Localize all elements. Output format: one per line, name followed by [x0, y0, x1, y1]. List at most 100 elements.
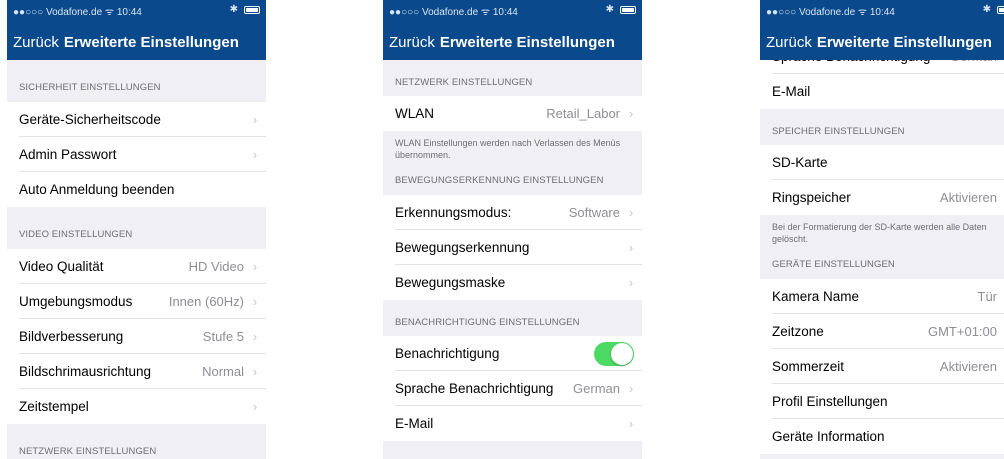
bluetooth-icon: ✱ [605, 4, 614, 15]
page-title: Erweiterte Einstellungen [439, 34, 615, 51]
phone-screen-storage-device: ●●○○○ Vodafone.de ᯤ 10:44 ✱ Zurück Erweit… [760, 0, 1004, 459]
row-value: HD Video [188, 259, 244, 274]
battery-icon [620, 6, 636, 14]
row-image-enhancement[interactable]: Bildverbesserung Stufe 5 › [7, 319, 266, 354]
row-wlan[interactable]: WLAN Retail_Labor › [383, 96, 642, 131]
row-admin-password[interactable]: Admin Passwort › [7, 137, 266, 172]
back-button[interactable]: Zurück [766, 34, 812, 51]
row-timezone[interactable]: Zeitzone GMT+01:00 › [760, 314, 1004, 349]
row-email[interactable]: E-Mail › [383, 406, 642, 441]
row-video-quality[interactable]: Video Qualität HD Video › [7, 249, 266, 284]
row-label: E-Mail [772, 84, 811, 99]
row-label: Admin Passwort [19, 147, 117, 162]
bluetooth-icon: ✱ [982, 4, 991, 15]
chevron-right-icon: › [252, 259, 258, 274]
row-device-info[interactable]: Geräte Information › [760, 419, 1004, 454]
section-header-security: SICHERHEIT EINSTELLUNGEN [19, 82, 161, 93]
row-value: Aktivieren [939, 359, 997, 374]
section-header-storage: SPEICHER EINSTELLUNGEN [772, 126, 905, 137]
row-notification-language[interactable]: Sprache Benachrichtigung German › [383, 371, 642, 406]
row-email[interactable]: E-Mail › [760, 74, 1004, 109]
chevron-right-icon: › [252, 399, 258, 414]
status-bar: ●●○○○ Vodafone.de ᯤ 10:44 ✱ [389, 4, 636, 18]
wlan-footnote: WLAN Einstellungen werden nach Verlassen… [395, 138, 621, 160]
row-label: SD-Karte [772, 155, 828, 170]
section-header-device: GERÄTE EINSTELLUNGEN [772, 259, 895, 270]
battery-icon [997, 6, 1004, 14]
screenshot-stage: ●●○○○ Vodafone.de ᯤ 10:44 ✱ Zurück Erweit… [0, 0, 1004, 459]
row-motion-detection[interactable]: Bewegungserkennung › [383, 230, 642, 265]
page-title: Erweiterte Einstellungen [816, 34, 992, 51]
row-label: Zeitzone [772, 324, 824, 339]
row-label: Geräte Information [772, 429, 885, 444]
row-daylight-saving[interactable]: Sommerzeit Aktivieren › [760, 349, 1004, 384]
row-value: Innen (60Hz) [168, 294, 244, 309]
chevron-right-icon: › [252, 112, 258, 127]
row-label: Kamera Name [772, 289, 860, 304]
row-label: Bildschrimausrichtung [19, 364, 152, 379]
row-value: German [573, 381, 620, 396]
row-value: GMT+01:00 [927, 324, 997, 339]
notification-toggle[interactable] [594, 341, 634, 366]
settings-list: Sprache Benachrichtigung German › E-Mail… [760, 39, 1004, 454]
row-value: Tür [977, 289, 998, 304]
row-label: Bewegungserkennung [395, 240, 530, 255]
row-motion-mask[interactable]: Bewegungsmaske › [383, 265, 642, 300]
battery-icon [244, 6, 260, 14]
chevron-right-icon: › [628, 205, 634, 220]
page-title: Erweiterte Einstellungen [63, 34, 239, 51]
nav-bar: ●●○○○ Vodafone.de ᯤ 10:44 ✱ Zurück Erweit… [7, 0, 266, 60]
row-notification[interactable]: Benachrichtigung [383, 336, 642, 371]
row-label: WLAN [395, 106, 435, 121]
section-header-notification: BENACHRICHTIGUNG EINSTELLUNGEN [395, 317, 580, 328]
row-value: Normal [202, 364, 244, 379]
status-carrier-time: ●●○○○ Vodafone.de ᯤ 10:44 [766, 7, 895, 18]
row-environment-mode[interactable]: Umgebungsmodus Innen (60Hz) › [7, 284, 266, 319]
settings-list: SICHERHEIT EINSTELLUNGEN Geräte-Sicherhe… [7, 60, 266, 459]
row-value: Software [568, 205, 620, 220]
back-button[interactable]: Zurück [13, 34, 59, 51]
row-detection-mode[interactable]: Erkennungsmodus: Software › [383, 195, 642, 230]
section-header-network: NETZWERK EINSTELLUNGEN [19, 446, 157, 457]
section-header-motion: BEWEGUNGSERKENNUNG EINSTELLUNGEN [395, 175, 604, 186]
status-bar: ●●○○○ Vodafone.de ᯤ 10:44 ✱ [766, 4, 1004, 18]
chevron-right-icon: › [252, 147, 258, 162]
row-value: Aktivieren [939, 190, 997, 205]
row-screen-orientation[interactable]: Bildschrimausrichtung Normal › [7, 354, 266, 389]
sd-format-footnote: Bei der Formatierung der SD-Karte werden… [772, 222, 987, 244]
row-label: Video Qualität [19, 259, 104, 274]
row-label: Benachrichtigung [395, 346, 500, 361]
settings-list: NETZWERK EINSTELLUNGEN WLAN Retail_Labor… [383, 60, 642, 441]
section-header-network: NETZWERK EINSTELLUNGEN [395, 77, 533, 88]
phone-screen-network-motion: ●●○○○ Vodafone.de ᯤ 10:44 ✱ Zurück Erweit… [383, 0, 642, 459]
row-device-security-code[interactable]: Geräte-Sicherheitscode › [7, 102, 266, 137]
row-camera-name[interactable]: Kamera Name Tür › [760, 279, 1004, 314]
row-label: Zeitstempel [19, 399, 89, 414]
row-label: Geräte-Sicherheitscode [19, 112, 161, 127]
row-sd-card[interactable]: SD-Karte [760, 145, 1004, 180]
row-label: Umgebungsmodus [19, 294, 133, 309]
row-label: Sommerzeit [772, 359, 845, 374]
row-auto-logout[interactable]: Auto Anmeldung beenden [7, 172, 266, 207]
row-ring-buffer[interactable]: Ringspeicher Aktivieren › [760, 180, 1004, 215]
back-button[interactable]: Zurück [389, 34, 435, 51]
chevron-right-icon: › [628, 416, 634, 431]
row-label: Sprache Benachrichtigung [395, 381, 554, 396]
section-header-video: VIDEO EINSTELLUNGEN [19, 229, 133, 240]
nav-bar: ●●○○○ Vodafone.de ᯤ 10:44 ✱ Zurück Erweit… [383, 0, 642, 60]
row-label: Erkennungsmodus: [395, 205, 512, 220]
row-value: Stufe 5 [202, 329, 244, 344]
row-label: Auto Anmeldung beenden [19, 182, 175, 197]
row-timestamp[interactable]: Zeitstempel › [7, 389, 266, 424]
row-label: Bildverbesserung [19, 329, 124, 344]
chevron-right-icon: › [628, 240, 634, 255]
row-label: E-Mail [395, 416, 434, 431]
status-carrier-time: ●●○○○ Vodafone.de ᯤ 10:44 [13, 7, 142, 18]
row-value: Retail_Labor [546, 106, 620, 121]
phone-screen-security-video: ●●○○○ Vodafone.de ᯤ 10:44 ✱ Zurück Erweit… [7, 0, 266, 459]
row-profile-settings[interactable]: Profil Einstellungen › [760, 384, 1004, 419]
row-label: Bewegungsmaske [395, 275, 506, 290]
status-carrier-time: ●●○○○ Vodafone.de ᯤ 10:44 [389, 7, 518, 18]
chevron-right-icon: › [252, 294, 258, 309]
chevron-right-icon: › [252, 329, 258, 344]
